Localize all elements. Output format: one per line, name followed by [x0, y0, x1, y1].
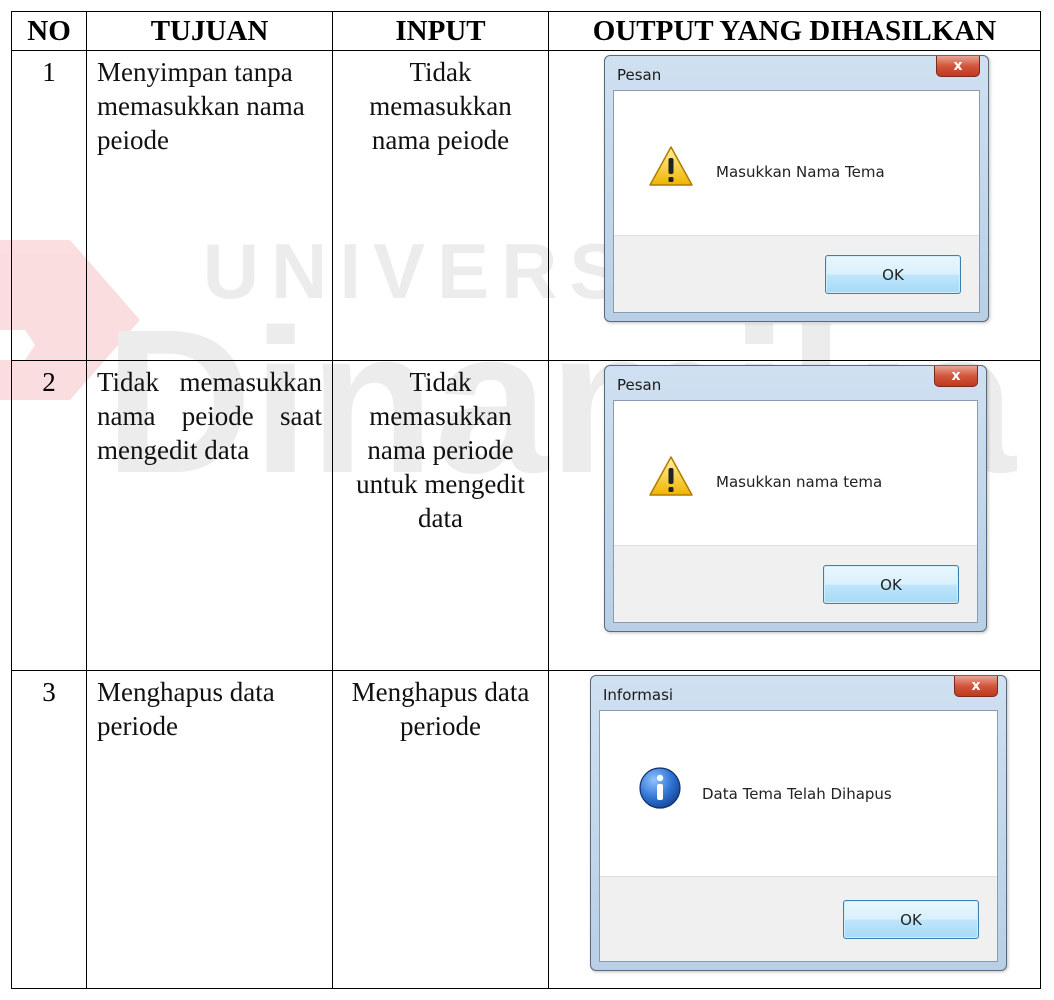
table-row: 2 Tidak memasukkan nama peiode saat meng…: [11, 360, 1041, 671]
info-icon: [639, 767, 681, 809]
table-row: 1 Menyimpan tanpa memasukkan nama peiode…: [11, 50, 1041, 361]
message-dialog: Pesan x Masukkan Nama Tema OK: [604, 55, 989, 322]
dialog-footer: OK: [600, 876, 997, 961]
dialog-body: Data Tema Telah Dihapus OK: [599, 710, 998, 962]
row-tujuan: Tidak memasukkan nama peiode saat menged…: [86, 360, 333, 671]
row-number: 2: [11, 360, 87, 671]
close-button[interactable]: x: [954, 676, 998, 697]
header-no: NO: [11, 11, 87, 51]
close-icon: x: [951, 368, 961, 384]
dialog-footer: OK: [614, 545, 977, 622]
dialog-message: Data Tema Telah Dihapus: [702, 785, 892, 803]
header-output: OUTPUT YANG DIHASILKAN: [548, 11, 1041, 51]
ok-button[interactable]: OK: [823, 565, 959, 604]
close-icon: x: [953, 58, 963, 74]
header-tujuan: TUJUAN: [86, 11, 333, 51]
row-input: Tidak memasukkan nama peiode: [332, 50, 549, 361]
table-row: 3 Menghapus data periode Menghapus data …: [11, 670, 1041, 989]
row-tujuan: Menghapus data periode: [86, 670, 333, 989]
header-input: INPUT: [332, 11, 549, 51]
row-output: Informasi x Data Tema Telah Dihapus OK: [548, 670, 1041, 989]
dialog-message: Masukkan Nama Tema: [716, 163, 885, 181]
warning-icon: [649, 456, 693, 496]
row-input: Menghapus data periode: [332, 670, 549, 989]
table-header-row: NO TUJUAN INPUT OUTPUT YANG DIHASILKAN: [11, 11, 1041, 51]
dialog-footer: OK: [614, 235, 979, 312]
ok-button[interactable]: OK: [825, 255, 961, 294]
dialog-message: Masukkan nama tema: [716, 473, 883, 491]
row-input: Tidak memasukkan nama periode untuk meng…: [332, 360, 549, 671]
row-number: 3: [11, 670, 87, 989]
dialog-title: Pesan: [617, 376, 662, 394]
close-button[interactable]: x: [934, 366, 978, 387]
row-tujuan: Menyimpan tanpa memasukkan nama peiode: [86, 50, 333, 361]
dialog-body: Masukkan nama tema OK: [613, 400, 978, 623]
test-case-table: NO TUJUAN INPUT OUTPUT YANG DIHASILKAN 1…: [11, 11, 1041, 989]
dialog-body: Masukkan Nama Tema OK: [613, 90, 980, 313]
row-output: Pesan x Masukkan Nama Tema OK: [548, 50, 1041, 361]
row-output: Pesan x Masukkan nama tema OK: [548, 360, 1041, 671]
message-dialog: Pesan x Masukkan nama tema OK: [604, 365, 987, 632]
close-button[interactable]: x: [936, 56, 980, 77]
dialog-title: Pesan: [617, 66, 662, 84]
ok-button[interactable]: OK: [843, 900, 979, 939]
row-number: 1: [11, 50, 87, 361]
close-icon: x: [971, 678, 981, 694]
warning-icon: [649, 146, 693, 186]
dialog-title: Informasi: [603, 686, 674, 704]
message-dialog: Informasi x Data Tema Telah Dihapus OK: [590, 675, 1007, 971]
